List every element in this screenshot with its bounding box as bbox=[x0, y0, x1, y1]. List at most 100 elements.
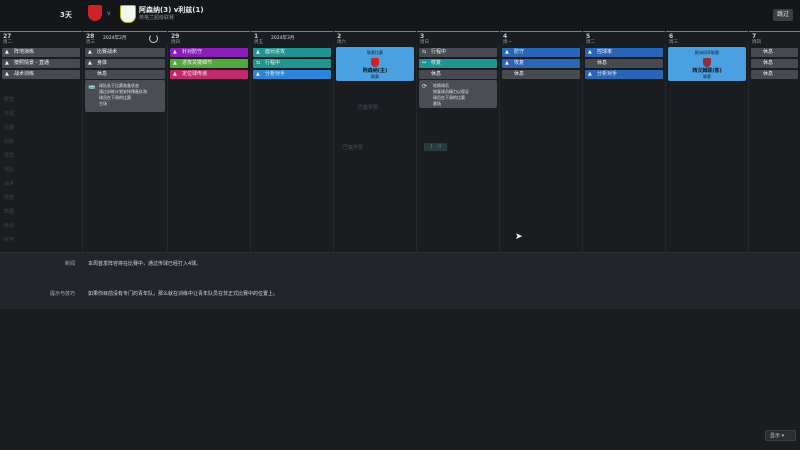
news-text: 本周首发阵容将在比赛中，通过传球已经打入4球。 bbox=[88, 261, 202, 267]
day-column-28: ▲ 比赛战术 ▲ 身体 休息 🚌 球队处于比赛准备状态 通过训练计划安排预备队和 球员… bbox=[83, 44, 168, 252]
match-competition: 联赛 bbox=[371, 74, 379, 79]
session-label: 控球率 bbox=[597, 49, 613, 55]
day-header-7: 7 周四 bbox=[749, 31, 800, 45]
session-label: 定位球传递 bbox=[182, 71, 208, 77]
day-column-6: 欧洲冠军联赛 西汉姆联(客) 联赛 bbox=[666, 44, 749, 252]
bus-icon: 🚌 bbox=[88, 83, 96, 90]
session-label: 进攻关键细节 bbox=[182, 60, 213, 66]
session-label: 按照情景 - 直通 bbox=[14, 60, 49, 66]
day-header-3: 3 周日 bbox=[417, 31, 499, 45]
training-icon: ▲ bbox=[88, 49, 92, 55]
session-label: 行程中 bbox=[431, 49, 447, 55]
session-slot[interactable]: 休息 bbox=[502, 70, 580, 79]
day-header-4: 4 周一 bbox=[500, 31, 582, 45]
session-label: 休息 bbox=[597, 60, 608, 66]
day-column-5: ▲ 控球率 休息 ▲ 分析对手 bbox=[583, 44, 666, 252]
training-icon: ▲ bbox=[173, 60, 177, 66]
club-crest-icon bbox=[371, 58, 379, 67]
session-slot[interactable]: ↔ 恢复 bbox=[419, 59, 497, 68]
session-slot[interactable]: ▲ 分析对手 bbox=[253, 70, 331, 79]
session-slot[interactable]: 休息 bbox=[751, 70, 798, 79]
day-column-1: ▲ 面对进攻 ⇆ 行程中 ▲ 分析对手 bbox=[251, 44, 334, 252]
club-crest-icon bbox=[703, 58, 711, 67]
session-slot[interactable]: ▲ 防守 bbox=[502, 48, 580, 57]
session-slot[interactable]: 休息 bbox=[751, 59, 798, 68]
training-icon: ▲ bbox=[505, 49, 509, 55]
day-column-7: 休息 休息 休息 bbox=[749, 44, 800, 252]
news-label: 新闻 bbox=[64, 261, 75, 267]
session-label: 防守 bbox=[514, 49, 525, 55]
match-card[interactable]: 联赛比赛 阿森纳(主) 联赛 bbox=[336, 47, 414, 81]
session-label: 恢复 bbox=[514, 60, 525, 66]
analysis-icon: ▲ bbox=[256, 71, 260, 77]
training-note[interactable]: ⟳ 轮换球员 恢复球员精力以保证 球员在下周的比赛 客场 bbox=[419, 80, 497, 108]
session-label: 休息 bbox=[431, 71, 442, 77]
day-header-5: 5 周二 bbox=[583, 31, 665, 45]
info-panel: 新闻 本周首发阵容将在比赛中，通过传球已经打入4球。 提示与技巧 如果你目前没有… bbox=[0, 252, 800, 309]
away-club-crest-icon bbox=[120, 5, 136, 23]
training-icon: ▲ bbox=[5, 49, 9, 55]
skip-button[interactable]: 跳过 bbox=[773, 9, 793, 21]
session-slot[interactable]: ▲ 控球率 bbox=[585, 48, 663, 57]
session-slot[interactable]: ▲ 针对防守 bbox=[170, 48, 248, 57]
tips-text: 如果你目前没有专门的青年队，那么就在训练中让青年队员在非正式比赛中的位置上。 bbox=[88, 291, 279, 297]
day-column-2: 联赛比赛 阿森纳(主) 联赛 bbox=[334, 44, 417, 252]
session-slot[interactable]: 休息 bbox=[85, 70, 165, 79]
home-club-crest-icon bbox=[88, 5, 102, 21]
session-slot[interactable]: ▲ 比赛战术 bbox=[85, 48, 165, 57]
session-label: 分析对手 bbox=[265, 71, 286, 77]
session-slot[interactable]: ⇆ 行程中 bbox=[419, 48, 497, 57]
versus-label: v bbox=[107, 10, 111, 17]
session-slot[interactable]: ⇆ 行程中 bbox=[253, 59, 331, 68]
session-label: 休息 bbox=[514, 71, 525, 77]
day-column-4: ▲ 防守 ▲ 恢复 休息 bbox=[500, 44, 583, 252]
training-icon: ▲ bbox=[88, 60, 92, 66]
match-type-label: 联赛比赛 bbox=[367, 50, 383, 55]
tips-label: 提示与技巧 bbox=[49, 291, 75, 297]
session-slot[interactable]: ▲ 恢复 bbox=[502, 59, 580, 68]
day-column-3: ⇆ 行程中 ↔ 恢复 休息 ⟳ 轮换球员 恢复球员精力以保证 球员在下周的比赛 客场 bbox=[417, 44, 500, 252]
session-slot[interactable]: ▲ 按照情景 - 直通 bbox=[2, 59, 80, 68]
match-opponent: 西汉姆联(客) bbox=[692, 68, 722, 74]
travel-icon: ⇆ bbox=[422, 49, 427, 55]
training-icon: ▲ bbox=[505, 60, 509, 66]
display-dropdown[interactable]: 显示 ▾ bbox=[765, 430, 796, 441]
session-slot[interactable]: 休息 bbox=[585, 59, 663, 68]
month-label: 2024年2月 bbox=[103, 36, 127, 41]
top-bar: 3天 v 阿森纳(3) v利兹(1) 英格兰超级联赛 跳过 bbox=[0, 0, 800, 31]
session-label: 恢复 bbox=[431, 60, 442, 66]
day-column-29: ▲ 针对防守 ▲ 进攻关键细节 ▲ 定位球传递 bbox=[168, 44, 251, 252]
mouse-cursor-icon: ➤ bbox=[515, 232, 523, 242]
session-slot[interactable]: ▲ 进攻关键细节 bbox=[170, 59, 248, 68]
session-slot[interactable]: ▲ 阵地演练 bbox=[2, 48, 80, 57]
session-slot[interactable]: ▲ 面对进攻 bbox=[253, 48, 331, 57]
session-slot[interactable]: 休息 bbox=[419, 70, 497, 79]
match-competition: 联赛 bbox=[703, 74, 711, 79]
match-card[interactable]: 欧洲冠军联赛 西汉姆联(客) 联赛 bbox=[668, 47, 746, 81]
recovery-icon: ↔ bbox=[422, 60, 427, 66]
session-label: 身体 bbox=[97, 60, 108, 66]
session-slot[interactable]: ▲ 战术训练 bbox=[2, 70, 80, 79]
training-icon: ▲ bbox=[5, 71, 9, 77]
session-label: 休息 bbox=[763, 60, 774, 66]
note-text: 球队处于比赛准备状态 通过训练计划安排预备队和 球员在下周的比赛 主场 bbox=[99, 83, 147, 106]
session-slot[interactable]: ▲ 分析对手 bbox=[585, 70, 663, 79]
training-icon: ▲ bbox=[173, 49, 177, 55]
travel-icon: ⇆ bbox=[256, 60, 261, 66]
training-note[interactable]: 🚌 球队处于比赛准备状态 通过训练计划安排预备队和 球员在下周的比赛 主场 bbox=[85, 80, 165, 112]
session-slot[interactable]: ▲ 定位球传递 bbox=[170, 70, 248, 79]
session-slot[interactable]: 休息 bbox=[751, 48, 798, 57]
match-type-label: 欧洲冠军联赛 bbox=[695, 50, 719, 55]
days-remaining: 3天 bbox=[60, 11, 72, 19]
session-label: 比赛战术 bbox=[97, 49, 118, 55]
day-column-27: ▲ 阵地演练 ▲ 按照情景 - 直通 ▲ 战术训练 bbox=[0, 44, 83, 252]
session-label: 阵地演练 bbox=[14, 49, 35, 55]
session-label: 休息 bbox=[763, 71, 774, 77]
match-opponent: 阿森纳(主) bbox=[362, 68, 388, 74]
session-label: 面对进攻 bbox=[265, 49, 286, 55]
session-label: 行程中 bbox=[265, 60, 281, 66]
refresh-icon[interactable] bbox=[149, 34, 158, 43]
day-header-28: 28 周三 2024年2月 bbox=[83, 31, 167, 45]
training-icon: ▲ bbox=[588, 49, 592, 55]
session-slot[interactable]: ▲ 身体 bbox=[85, 59, 165, 68]
